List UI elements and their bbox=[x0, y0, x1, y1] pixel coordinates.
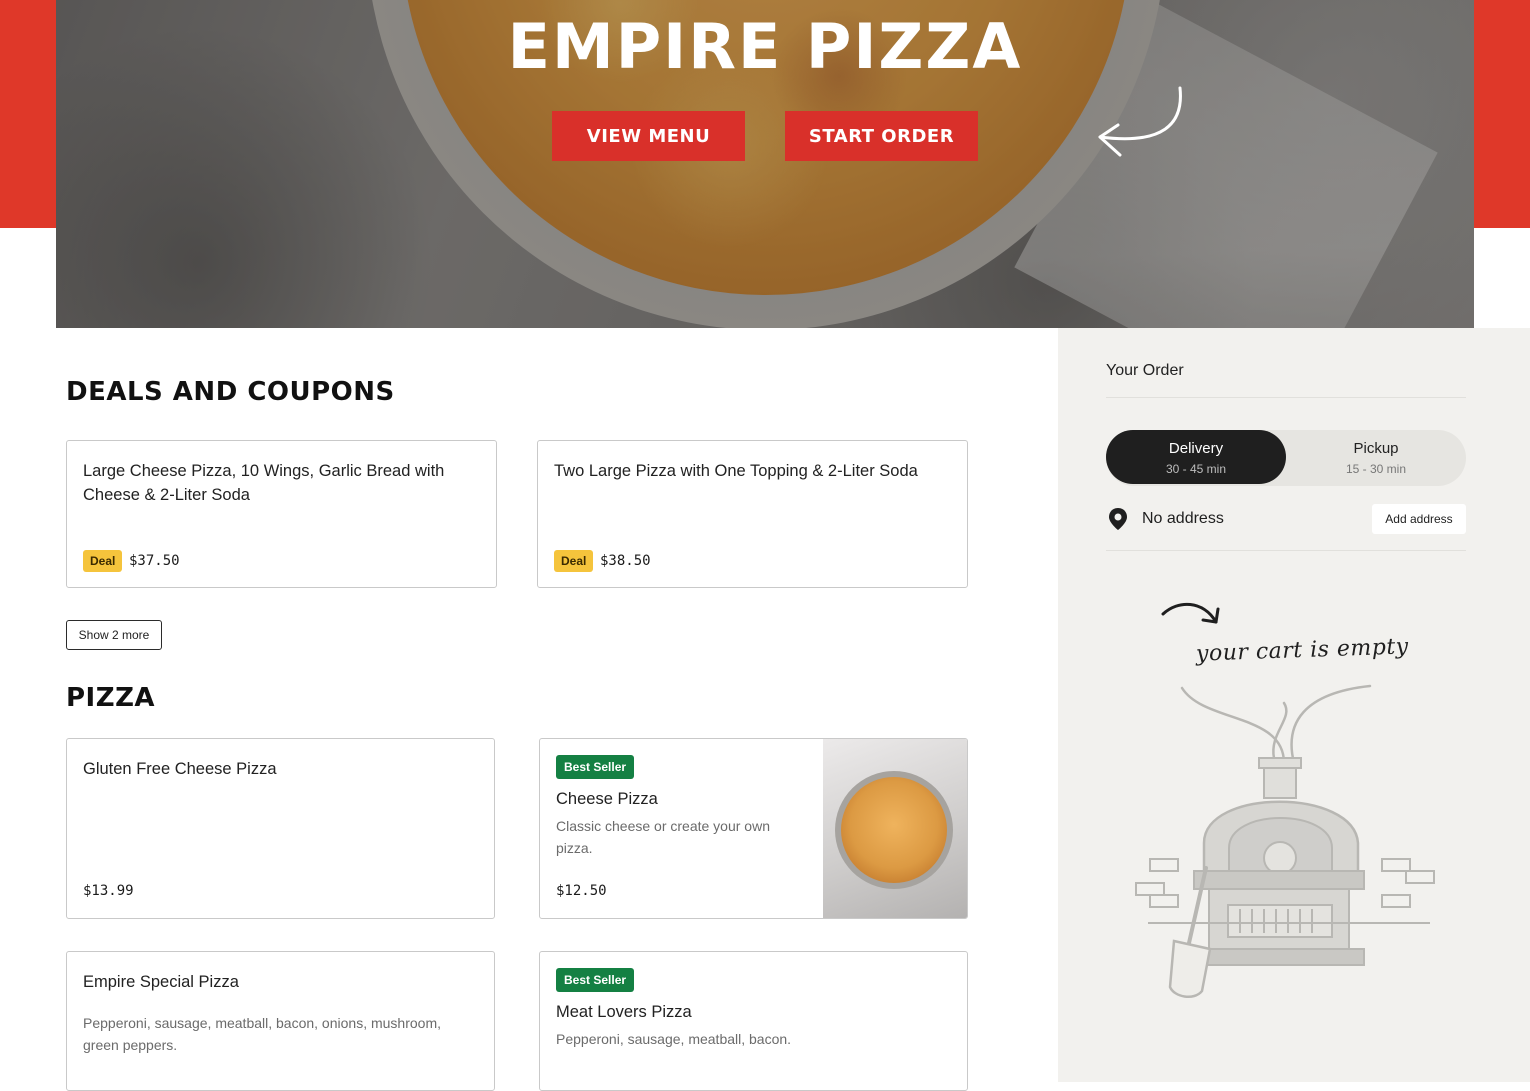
order-sidebar: Your Order Delivery 30 - 45 min Pickup 1… bbox=[1058, 328, 1530, 1082]
deal-badge: Deal bbox=[83, 550, 123, 572]
menu-item-title: Gluten Free Cheese Pizza bbox=[83, 760, 277, 778]
deal-title: Large Cheese Pizza, 10 Wings, Garlic Bre… bbox=[83, 462, 445, 504]
menu-item-card[interactable]: Best Seller Cheese Pizza Classic cheese … bbox=[539, 738, 968, 919]
best-seller-badge: Best Seller bbox=[556, 755, 635, 779]
curved-arrow-icon bbox=[1161, 602, 1220, 624]
start-order-button[interactable]: START ORDER bbox=[785, 111, 978, 161]
menu-item-description: Pepperoni, sausage, meatball, bacon, oni… bbox=[83, 1015, 441, 1053]
pizza-section-title: PIZZA bbox=[66, 683, 156, 713]
deal-card[interactable]: Two Large Pizza with One Topping & 2-Lit… bbox=[537, 440, 968, 588]
menu-item-description: Pepperoni, sausage, meatball, bacon. bbox=[556, 1031, 792, 1047]
menu-item-price: $13.99 bbox=[83, 883, 134, 899]
deal-badge: Deal bbox=[554, 550, 594, 572]
pickup-time: 15 - 30 min bbox=[1345, 462, 1407, 476]
menu-item-title: Meat Lovers Pizza bbox=[556, 1003, 692, 1021]
your-order-title: Your Order bbox=[1106, 362, 1184, 379]
menu-item-card[interactable]: Gluten Free Cheese Pizza $13.99 bbox=[66, 738, 495, 919]
deals-section-title: DEALS AND COUPONS bbox=[66, 377, 395, 407]
delivery-option[interactable]: Delivery 30 - 45 min bbox=[1106, 430, 1286, 484]
pickup-option[interactable]: Pickup 15 - 30 min bbox=[1286, 430, 1466, 484]
curved-arrow-icon bbox=[1098, 86, 1182, 157]
pickup-label: Pickup bbox=[1353, 440, 1399, 457]
menu-item-title: Cheese Pizza bbox=[556, 790, 658, 808]
pizza-oven-illustration bbox=[1135, 684, 1435, 999]
menu-item-card[interactable]: Best Seller Meat Lovers Pizza Pepperoni,… bbox=[539, 951, 968, 1091]
address-text: No address bbox=[1142, 510, 1224, 527]
address-row: No address Add address bbox=[1106, 503, 1466, 535]
menu-item-description: Classic cheese or create your own pizza. bbox=[556, 818, 770, 856]
menu-item-title: Empire Special Pizza bbox=[83, 973, 239, 991]
deal-card[interactable]: Large Cheese Pizza, 10 Wings, Garlic Bre… bbox=[66, 440, 497, 588]
menu-item-price: $12.50 bbox=[556, 883, 607, 899]
show-more-deals-button[interactable]: Show 2 more bbox=[66, 620, 162, 650]
delivery-time: 30 - 45 min bbox=[1165, 462, 1227, 476]
delivery-label: Delivery bbox=[1168, 440, 1224, 457]
divider bbox=[1106, 550, 1466, 551]
hero-banner: EMPIRE PIZZA VIEW MENU START ORDER bbox=[56, 0, 1474, 328]
deal-price: $38.50 bbox=[600, 553, 651, 569]
deal-price: $37.50 bbox=[129, 553, 180, 569]
hero-title: EMPIRE PIZZA bbox=[507, 10, 1023, 83]
fulfillment-toggle: Delivery 30 - 45 min Pickup 15 - 30 min bbox=[1106, 430, 1466, 486]
view-menu-button[interactable]: VIEW MENU bbox=[552, 111, 745, 161]
deal-title: Two Large Pizza with One Topping & 2-Lit… bbox=[554, 462, 918, 480]
divider bbox=[1106, 397, 1466, 398]
menu-item-image bbox=[823, 739, 967, 918]
empty-cart-text: your cart is empty bbox=[1195, 634, 1410, 667]
best-seller-badge: Best Seller bbox=[556, 968, 635, 992]
add-address-button[interactable]: Add address bbox=[1372, 504, 1466, 534]
menu-item-card[interactable]: Empire Special Pizza Pepperoni, sausage,… bbox=[66, 951, 495, 1091]
location-pin-icon bbox=[1109, 508, 1127, 530]
